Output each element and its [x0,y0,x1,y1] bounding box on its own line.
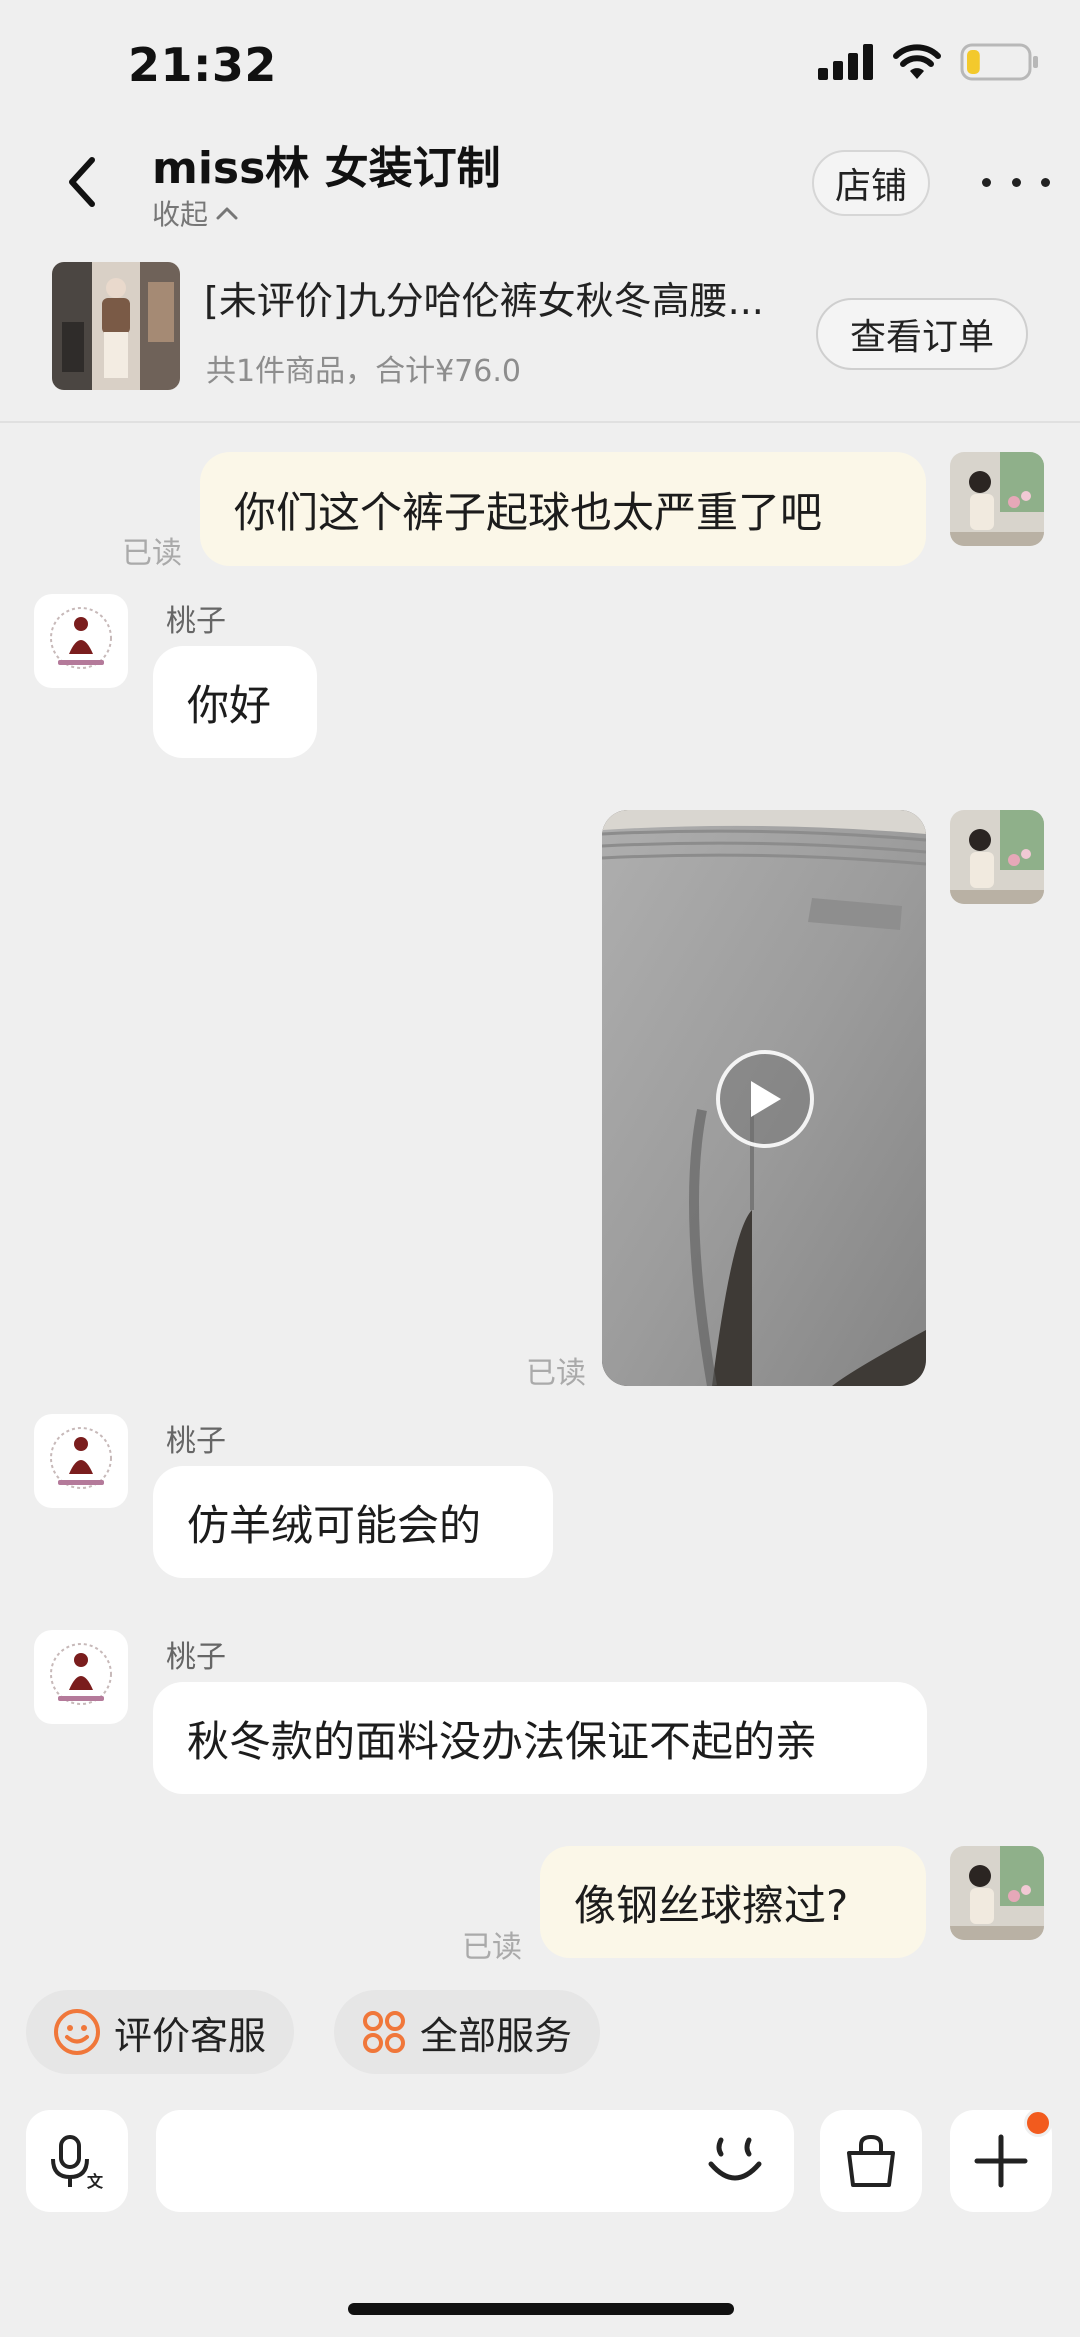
my-message-bubble[interactable]: 像钢丝球擦过? [540,1846,926,1958]
more-dot [1041,177,1050,187]
message-text: 秋冬款的面料没办法保证不起的亲 [187,1716,818,1766]
my-message-bubble[interactable]: 你们这个裤子起球也太严重了吧 [200,452,926,566]
header-divider [0,421,1080,423]
grid-services-icon [363,2011,405,2053]
product-bag-button[interactable] [820,2110,922,2212]
more-dot [982,177,991,187]
chevron-left-icon [69,157,95,207]
more-dot [1011,177,1021,187]
user-avatar-photo [950,452,1044,546]
shop-logo-icon [50,1427,112,1489]
smiley-icon [54,2009,100,2055]
video-play-button[interactable] [716,1050,814,1148]
emoji-button[interactable] [700,2130,770,2194]
plus-icon [974,2134,1028,2188]
view-order-button[interactable]: 查看订单 [816,298,1028,370]
home-indicator[interactable] [348,2303,734,2315]
rate-service-button[interactable]: 评价客服 [26,1990,295,2074]
message-input[interactable] [156,2110,794,2212]
sender-name: 桃子 [166,1640,226,1675]
shop-avatar[interactable] [34,1630,128,1724]
shop-avatar[interactable] [34,594,128,688]
chip-label: 全部服务 [420,2013,573,2058]
order-summary: 共1件商品，合计¥76.0 [206,354,521,389]
shopping-bag-icon [847,2134,895,2187]
emoji-icon [708,2137,762,2181]
shop-name[interactable]: miss林 女装订制 [152,132,501,196]
product-photo [52,262,180,390]
message-text: 你好 [187,680,272,730]
their-message-bubble[interactable]: 你好 [153,646,317,758]
shop-avatar[interactable] [34,1414,128,1508]
user-avatar-photo [950,1846,1044,1940]
wifi-icon [893,44,941,79]
my-avatar[interactable] [950,1846,1044,1940]
shop-logo-icon [50,607,112,669]
shop-logo-icon [50,1643,112,1705]
message-text: 像钢丝球擦过? [574,1880,849,1930]
play-icon [751,1081,781,1117]
message-text: 你们这个裤子起球也太严重了吧 [234,487,823,537]
message-text: 仿羊绒可能会的 [187,1500,482,1550]
cellular-signal-icon [818,44,873,80]
voice-input-button[interactable]: 文 [26,2110,128,2212]
product-thumbnail[interactable] [52,262,180,390]
user-avatar-photo [950,810,1044,904]
read-receipt: 已读 [462,1930,522,1965]
chevron-up-icon [216,207,238,220]
store-button[interactable]: 店铺 [812,150,930,216]
my-avatar[interactable] [950,810,1044,904]
read-receipt: 已读 [122,536,182,571]
sender-name: 桃子 [166,604,226,639]
chip-label: 评价客服 [114,2013,267,2058]
collapse-label: 收起 [152,198,209,231]
my-avatar[interactable] [950,452,1044,546]
more-options-button[interactable] [982,160,1050,204]
battery-icon [960,43,1038,81]
collapse-toggle[interactable]: 收起 [152,193,238,233]
their-message-bubble[interactable]: 秋冬款的面料没办法保证不起的亲 [153,1682,927,1794]
all-services-button[interactable]: 全部服务 [334,1990,601,2074]
status-icons [818,40,1040,84]
svg-text:文: 文 [87,2172,104,2191]
their-message-bubble[interactable]: 仿羊绒可能会的 [153,1466,553,1578]
read-receipt: 已读 [526,1356,586,1391]
status-time: 21:32 [128,38,277,92]
voice-translate-icon: 文 [51,2135,104,2191]
order-product-title[interactable]: [未评价]九分哈伦裤女秋冬高腰... [204,270,804,325]
sender-name: 桃子 [166,1424,226,1459]
back-button[interactable] [52,150,112,214]
notification-badge [1024,2109,1052,2137]
